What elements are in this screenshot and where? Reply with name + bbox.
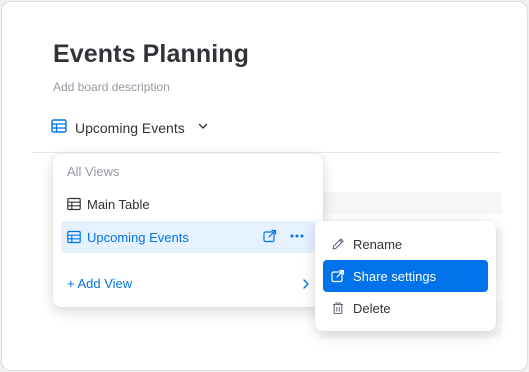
more-options-icon[interactable] [289,229,305,248]
add-view-button[interactable]: + Add View [67,276,132,291]
board-window: Events Planning Add board description Up… [1,1,528,371]
share-icon [331,269,345,283]
all-views-heading: All Views [67,164,120,179]
table-icon [67,230,81,244]
menu-item-label: Delete [353,300,391,316]
menu-item-label: Rename [353,236,403,252]
view-item-label: Upcoming Events [87,229,189,245]
header-divider [32,152,502,153]
board-title[interactable]: Events Planning [53,40,249,69]
views-dropdown-menu: All Views Main Table Upcoming Events + A… [53,154,323,307]
pencil-icon [331,237,345,251]
chevron-down-icon[interactable] [197,119,209,137]
share-settings-menu-item[interactable]: Share settings [323,260,488,292]
current-view-label: Upcoming Events [75,120,185,136]
delete-menu-item[interactable]: Delete [323,292,488,324]
view-context-menu: Rename Share settings Delete [315,221,496,331]
board-description[interactable]: Add board description [53,80,170,94]
table-icon [51,118,67,139]
view-item-label: Main Table [87,196,150,212]
chevron-right-icon[interactable] [301,277,311,295]
view-item-main-table[interactable]: Main Table [61,188,315,220]
background-table-header [320,192,502,214]
rename-menu-item[interactable]: Rename [323,228,488,260]
table-icon [67,197,81,211]
view-item-upcoming-events[interactable]: Upcoming Events [61,221,315,253]
menu-item-label: Share settings [353,268,437,284]
view-switcher[interactable]: Upcoming Events [51,116,209,140]
trash-icon [331,301,345,315]
share-icon[interactable] [263,229,277,248]
